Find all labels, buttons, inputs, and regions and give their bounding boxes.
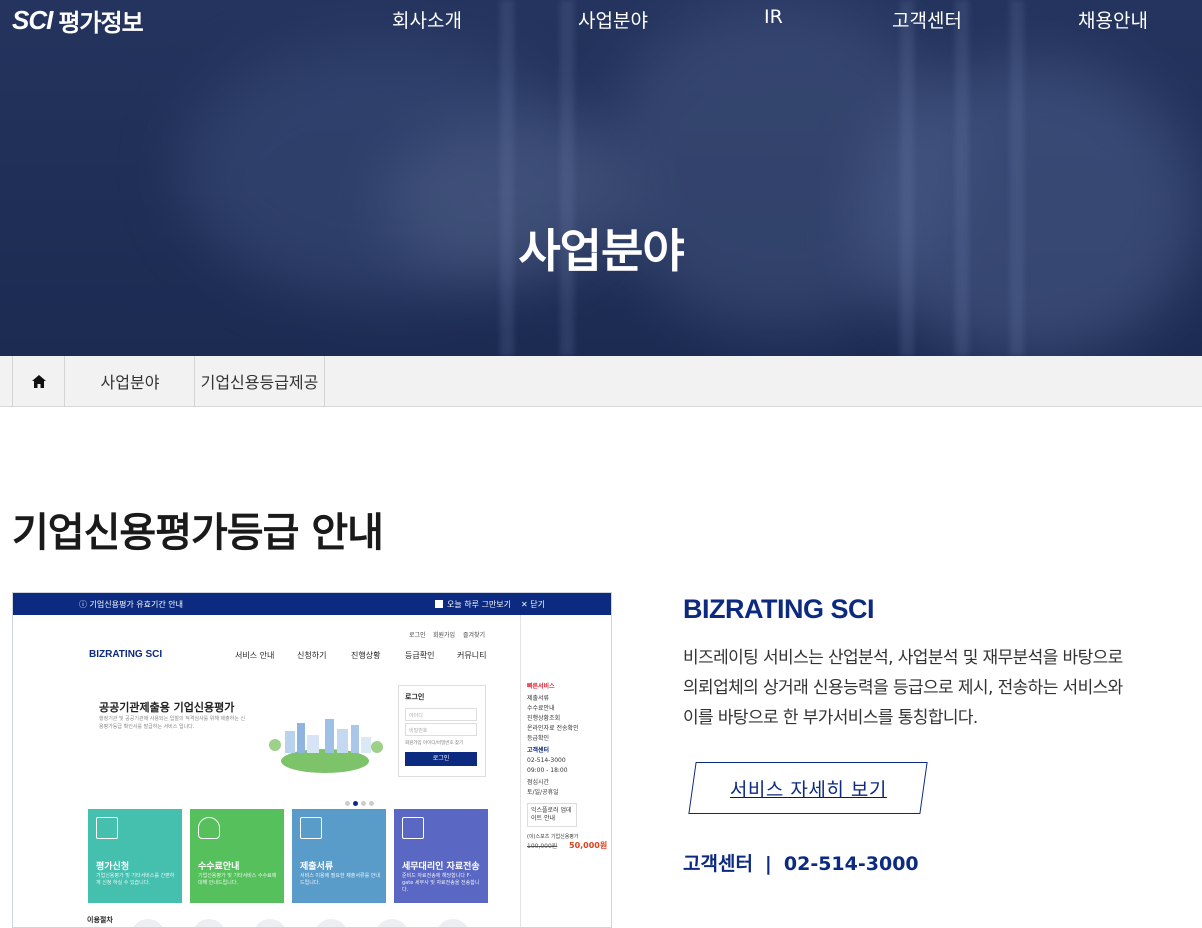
side-promo: (이)스포츠 기업신용평가 xyxy=(527,834,579,840)
side-cs-title: 고객센터 xyxy=(527,747,550,754)
main-nav: 회사소개 사업분야 IR 고객센터 채용안내 xyxy=(0,0,1202,38)
screenshot-hero-desc: 행정기관 및 공공기관에 사용되는 입찰의 적격심사를 위해 제출하는 신용평가… xyxy=(99,716,246,730)
breadcrumb: 사업분야 기업신용등급제공 xyxy=(0,356,1202,407)
breadcrumb-home[interactable] xyxy=(12,356,65,406)
side-new-price: 50,000원 xyxy=(569,841,608,850)
screenshot-pw-field: 비밀번호 xyxy=(405,723,477,736)
screenshot-tile-documents: 제출서류 서비스 이용에 필요한 제출서류를 안내드립니다. xyxy=(292,809,386,903)
tile-desc: 기업신용평가 및 기타서비스 수수료에 대해 안내드립니다. xyxy=(198,873,277,886)
hero-bg-stripe xyxy=(955,0,969,356)
screenshot-tile-apply: 평가신청 기업신용평가 및 기타서비스를 간편하게 신청 하실 수 있습니다. xyxy=(88,809,182,903)
side-closed: 토/일/공휴일 xyxy=(527,789,559,796)
service-screenshot: ⓘ 기업신용평가 유효기간 안내 오늘 하루 그만보기 ✕ 닫기 로그인 회원가… xyxy=(12,592,612,928)
checkbox-icon xyxy=(435,600,443,608)
step-laptop-icon xyxy=(375,919,409,927)
side-old-price: 100,000원 xyxy=(527,843,558,850)
step-apply-icon xyxy=(131,919,165,927)
screenshot-brand: BIZRATING SCI xyxy=(89,649,163,660)
breadcrumb-item-business[interactable]: 사업분야 xyxy=(64,356,195,406)
nav-item-support[interactable]: 고객센터 xyxy=(892,6,962,33)
screenshot-carousel-dots xyxy=(345,791,377,810)
side-phone: 02-514-3000 xyxy=(527,757,566,764)
carousel-dot xyxy=(361,801,366,806)
service-description-line: 비즈레이팅 서비스는 산업분석, 사업분석 및 재무분석을 바탕으로 xyxy=(683,648,1123,668)
pencil-icon xyxy=(96,817,118,839)
step-mouse-icon xyxy=(314,919,348,927)
separator: | xyxy=(764,853,772,875)
tile-desc: 준비드 자료전송에 해당합니다 F-gate 세무사 및 자료전송을 전송합니다… xyxy=(402,873,480,893)
hero-banner: SCI 평가정보 회사소개 사업분야 IR 고객센터 채용안내 사업분야 xyxy=(0,0,1202,356)
document-icon xyxy=(300,817,322,839)
service-detail-label: 서비스 자세히 보기 xyxy=(729,778,887,801)
tile-title: 평가신청 xyxy=(96,862,130,872)
page-title: 기업신용평가등급 안내 xyxy=(12,510,384,556)
side-hours: 09:00 - 18:00 xyxy=(527,767,568,774)
city-illustration xyxy=(269,719,383,773)
screenshot-menu-item: 서비스 안내 xyxy=(235,651,275,660)
screenshot-menu-item: 커뮤니티 xyxy=(457,651,487,660)
screenshot-link: 회원가입 xyxy=(433,632,456,639)
breadcrumb-item-credit-rating[interactable]: 기업신용등급제공 xyxy=(194,356,325,406)
carousel-dot xyxy=(345,801,350,806)
tile-title: 제출서류 xyxy=(300,862,334,872)
screenshot-steps-label: 이용절차 xyxy=(87,916,113,924)
screenshot-topbar: ⓘ 기업신용평가 유효기간 안내 오늘 하루 그만보기 ✕ 닫기 xyxy=(13,593,611,615)
side-link: 진행상황조회 xyxy=(527,715,561,722)
screenshot-link: 즐겨찾기 xyxy=(463,632,486,639)
side-link: 등급확인 xyxy=(527,735,550,742)
screenshot-login-links: 회원가입 아이디/비밀번호 찾기 xyxy=(405,741,464,746)
service-description-line: 의뢰업체의 상거래 신용능력을 등급으로 제시, 전송하는 서비스와 xyxy=(683,678,1123,698)
hero-bg-stripe xyxy=(500,0,514,356)
service-title: BIZRATING SCI xyxy=(683,594,875,624)
screenshot-tile-fee: 수수료안내 기업신용평가 및 기타서비스 수수료에 대해 안내드립니다. xyxy=(190,809,284,903)
side-lunch: 점심시간 xyxy=(527,779,550,786)
hero-bg-stripe xyxy=(900,0,914,356)
nav-item-ir[interactable]: IR xyxy=(764,6,783,28)
customer-center: 고객센터 | 02-514-3000 xyxy=(683,849,919,876)
screenshot-tile-tax-agent: 세무대리인 자료전송 준비드 자료전송에 해당합니다 F-gate 세무사 및 … xyxy=(394,809,488,903)
screenshot-today: 오늘 하루 그만보기 xyxy=(447,600,511,609)
hero-bg-stripe xyxy=(1010,0,1024,356)
monitor-icon xyxy=(402,817,424,839)
tile-title: 세무대리인 자료전송 xyxy=(402,862,480,872)
side-link: 온라인자료 전송확인 xyxy=(527,725,579,732)
side-link: 제출서류 xyxy=(527,695,550,702)
side-link: 수수료안내 xyxy=(527,705,555,712)
hero-title: 사업분야 xyxy=(518,224,684,278)
screenshot-notice: ⓘ 기업신용평가 유효기간 안내 xyxy=(79,600,183,609)
side-quick-title: 빠른서비스 xyxy=(527,683,555,690)
tile-desc: 서비스 이용에 필요한 제출서류를 안내드립니다. xyxy=(300,873,380,886)
screenshot-menu-item: 진행상황 xyxy=(351,651,381,660)
hero-bg-stripe xyxy=(560,0,574,356)
screenshot-close: ✕ 닫기 xyxy=(521,600,545,609)
tile-desc: 기업신용평가 및 기타서비스를 간편하게 신청 하실 수 있습니다. xyxy=(96,873,175,886)
customer-center-phone[interactable]: 02-514-3000 xyxy=(784,853,919,875)
screenshot-id-field: 아이디 xyxy=(405,708,477,721)
home-icon xyxy=(32,374,46,388)
carousel-dot xyxy=(369,801,374,806)
step-document-icon xyxy=(436,919,470,927)
nav-item-careers[interactable]: 채용안내 xyxy=(1078,6,1148,33)
carousel-dot xyxy=(353,801,358,806)
service-detail-button[interactable]: 서비스 자세히 보기 xyxy=(688,762,928,814)
screenshot-menu-item: 신청하기 xyxy=(297,651,327,660)
nav-item-company[interactable]: 회사소개 xyxy=(392,6,462,33)
screenshot-sidebar: 빠른서비스 제출서류 수수료안내 진행상황조회 온라인자료 전송확인 등급확인 … xyxy=(520,615,611,927)
screenshot-login-button: 로그인 xyxy=(405,752,477,766)
step-calculator-icon xyxy=(253,919,287,927)
screenshot-login-box: 로그인 아이디 비밀번호 회원가입 아이디/비밀번호 찾기 로그인 xyxy=(398,685,486,777)
customer-center-label: 고객센터 xyxy=(683,853,753,875)
nav-item-business[interactable]: 사업분야 xyxy=(578,6,648,33)
service-description-line: 이를 바탕으로 한 부가서비스를 통칭합니다. xyxy=(683,708,978,728)
screenshot-login-title: 로그인 xyxy=(405,693,425,701)
step-folder-icon xyxy=(192,919,226,927)
screenshot-main: 로그인 회원가입 즐겨찾기 BIZRATING SCI 서비스 안내 신청하기 … xyxy=(13,615,520,927)
screenshot-hero-title: 공공기관제출용 기업신용평가 xyxy=(99,701,235,714)
service-description: 비즈레이팅 서비스는 산업분석, 사업분석 및 재무분석을 바탕으로 의뢰업체의… xyxy=(683,643,1183,733)
screenshot-link: 로그인 xyxy=(409,632,426,639)
tile-title: 수수료안내 xyxy=(198,862,240,872)
screenshot-menu-item: 등급확인 xyxy=(405,651,435,660)
money-bag-icon xyxy=(198,817,220,839)
side-ie-notice: 익스플로러 업데이트 안내 xyxy=(527,803,577,827)
